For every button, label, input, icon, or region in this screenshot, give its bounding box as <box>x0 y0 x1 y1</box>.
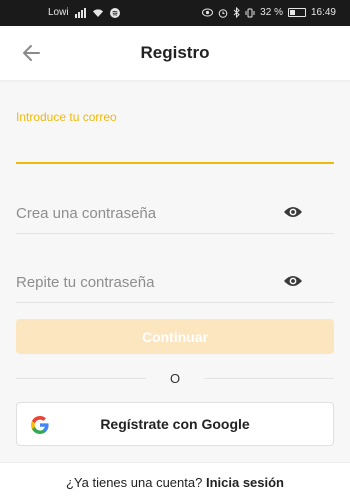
wifi-icon <box>92 8 103 17</box>
show-repeat-password-button[interactable] <box>283 274 303 288</box>
carrier-name: Lowi <box>48 7 69 18</box>
eye-icon <box>284 276 302 286</box>
alarm-icon <box>218 8 228 18</box>
eye-status-icon <box>202 8 214 17</box>
clock: 16:49 <box>310 7 336 18</box>
repeat-password-field-underline <box>16 302 334 303</box>
bluetooth-icon <box>233 7 240 18</box>
google-signup-button[interactable]: Regístrate con Google <box>16 402 334 446</box>
login-prompt: ¿Ya tienes una cuenta? Inicia sesión <box>0 475 350 490</box>
status-bar: Lowi 32 % 16:49 <box>0 0 350 26</box>
google-signup-label: Regístrate con Google <box>100 416 250 432</box>
divider-left <box>16 378 146 379</box>
email-field-label: Introduce tu correo <box>16 110 117 124</box>
email-field-underline <box>16 162 334 164</box>
divider-right <box>204 378 334 379</box>
login-link[interactable]: Inicia sesión <box>206 475 284 490</box>
show-password-button[interactable] <box>283 205 303 219</box>
page-title: Registro <box>140 43 210 62</box>
divider-text: O <box>169 371 181 386</box>
eye-icon <box>284 207 302 217</box>
email-field[interactable] <box>16 130 334 162</box>
vibrate-icon <box>245 8 255 17</box>
continue-button[interactable]: Continuar <box>16 319 334 354</box>
app-header: Registro <box>0 26 350 80</box>
signal-icon <box>74 7 86 18</box>
password-field[interactable]: Crea una contraseña <box>16 205 156 222</box>
battery-percent: 32 % <box>260 7 283 18</box>
login-footer: ¿Ya tienes una cuenta? Inicia sesión <box>0 462 350 500</box>
spotify-icon <box>109 7 120 18</box>
password-field-underline <box>16 233 334 234</box>
battery-icon <box>287 8 306 17</box>
login-question: ¿Ya tienes una cuenta? <box>65 475 203 490</box>
repeat-password-field[interactable]: Repite tu contraseña <box>16 274 154 291</box>
